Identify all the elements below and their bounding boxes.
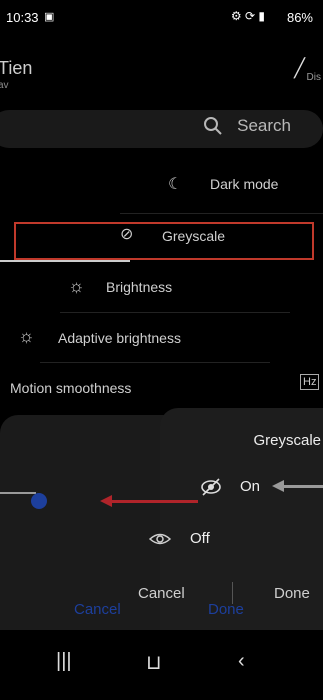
status-time: 10:33 — [6, 10, 39, 25]
header-right-label: Dis — [306, 72, 321, 83]
greyscale-steps-decoration — [0, 220, 130, 262]
row-brightness-label: Brightness — [106, 279, 173, 295]
row-brightness[interactable]: ☼ Brightness — [0, 262, 323, 312]
hz-icon: Hz — [300, 374, 320, 390]
option-off[interactable]: Off — [146, 524, 276, 554]
row-greyscale-label: Greyscale — [162, 228, 226, 244]
navigation-bar: ||| ⊔ ‹ — [0, 640, 323, 700]
done-button[interactable]: Done — [208, 601, 244, 618]
cancel-button-ghost[interactable]: Cancel — [138, 585, 185, 602]
divider — [40, 362, 270, 363]
option-off-label: Off — [190, 530, 210, 547]
row-dark-mode-label: Dark mode — [210, 176, 279, 192]
page-title: Tien — [0, 58, 33, 78]
battery-percent: 86% — [286, 10, 313, 25]
moon-icon: ☾ — [168, 176, 183, 193]
red-arrow-line — [110, 500, 198, 503]
sun-auto-icon: ☼ — [18, 326, 35, 346]
notification-icon: ▣ — [44, 11, 55, 23]
divider — [60, 312, 290, 313]
cancel-button[interactable]: Cancel — [74, 601, 121, 618]
option-on[interactable]: On — [196, 472, 316, 502]
status-bar: 10:33 ▣ ⚙ ⟳ ▮ 86% — [0, 0, 323, 30]
row-greyscale[interactable]: ⊘ Greyscale — [0, 210, 323, 262]
row-motion-smoothness-label: Motion smoothness — [10, 380, 132, 396]
search-icon — [203, 116, 223, 136]
back-icon[interactable]: ‹ — [238, 650, 245, 673]
row-dark-mode[interactable]: ☾ Dark mode — [0, 158, 323, 208]
page-subtitle: av — [0, 80, 9, 91]
recent-apps-icon[interactable]: ||| — [56, 650, 72, 673]
eye-slash-icon — [200, 476, 222, 498]
home-icon[interactable]: ⊔ — [146, 650, 162, 675]
pencil-icon[interactable]: ╱ — [294, 58, 305, 79]
signal-icon: ⚙ ⟳ ▮ — [230, 9, 265, 23]
search-label: Search — [237, 116, 291, 135]
done-button-ghost[interactable]: Done — [274, 585, 310, 602]
slider-track[interactable] — [0, 492, 36, 494]
slider-thumb[interactable] — [31, 493, 47, 509]
eye-icon — [148, 528, 172, 550]
row-adaptive-brightness[interactable]: ☼ Adaptive brightness — [0, 314, 323, 364]
sun-icon: ☼ — [68, 276, 85, 296]
eye-slash-icon: ⊘ — [120, 226, 134, 243]
row-motion-smoothness[interactable]: Motion smoothness Hz — [0, 364, 323, 414]
row-adaptive-brightness-label: Adaptive brightness — [58, 330, 181, 346]
dialog-title: Greyscale — [253, 432, 321, 449]
option-on-label: On — [240, 478, 261, 495]
